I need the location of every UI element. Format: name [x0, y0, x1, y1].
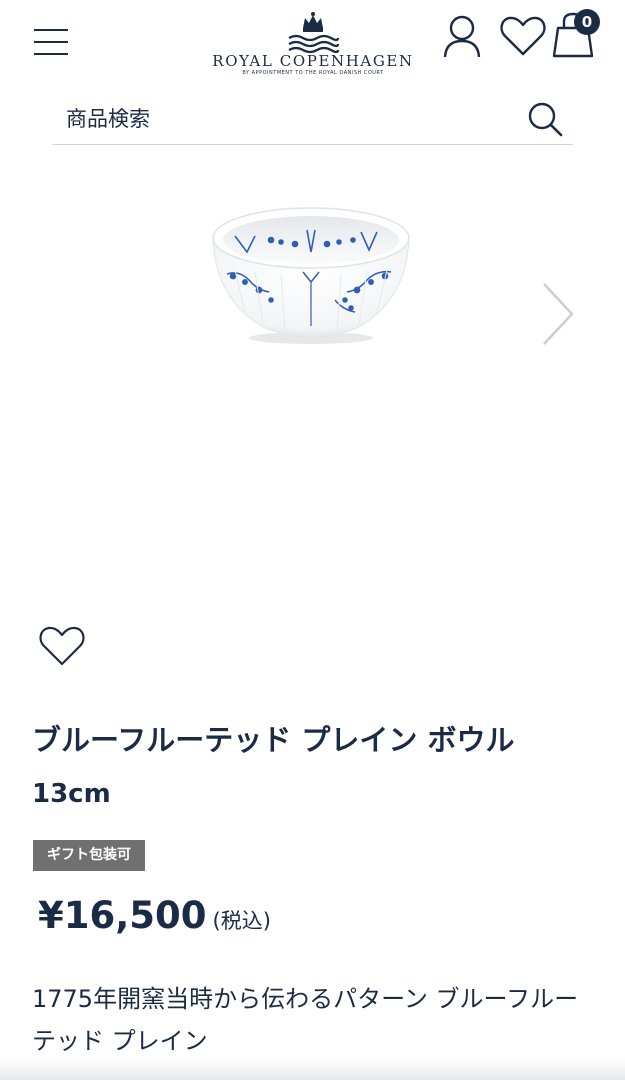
gift-wrap-badge: ギフト包装可 [33, 840, 145, 871]
product-title: ブルーフルーテッド プレイン ボウル [32, 723, 515, 757]
brand-tagline: BY APPOINTMENT TO THE ROYAL DANISH COURT [242, 70, 384, 76]
search-icon[interactable] [526, 100, 564, 138]
person-icon[interactable] [442, 14, 482, 58]
search-bar [52, 96, 573, 145]
tax-label: (税込) [212, 909, 271, 933]
hamburger-menu-icon[interactable] [34, 26, 70, 58]
product-price: ¥16,500 (税込) [38, 894, 271, 937]
crown-icon [288, 12, 340, 54]
bottom-fade [0, 1058, 625, 1080]
site-header: ROYAL COPENHAGEN BY APPOINTMENT TO THE R… [0, 0, 625, 90]
heart-icon[interactable] [499, 14, 547, 58]
heart-icon[interactable] [38, 624, 86, 668]
product-image[interactable] [205, 200, 417, 346]
chevron-right-icon[interactable] [536, 280, 580, 348]
price-amount: ¥16,500 [38, 894, 207, 937]
product-size: 13cm [32, 779, 111, 809]
brand-name: ROYAL COPENHAGEN [212, 52, 414, 70]
cart-count-badge: 0 [574, 9, 600, 35]
search-input[interactable] [66, 102, 506, 136]
brand-logo[interactable]: ROYAL COPENHAGEN BY APPOINTMENT TO THE R… [200, 8, 426, 78]
product-description: 1775年開窯当時から伝わるパターン ブルーフルーテッド プレイン [32, 985, 579, 1055]
